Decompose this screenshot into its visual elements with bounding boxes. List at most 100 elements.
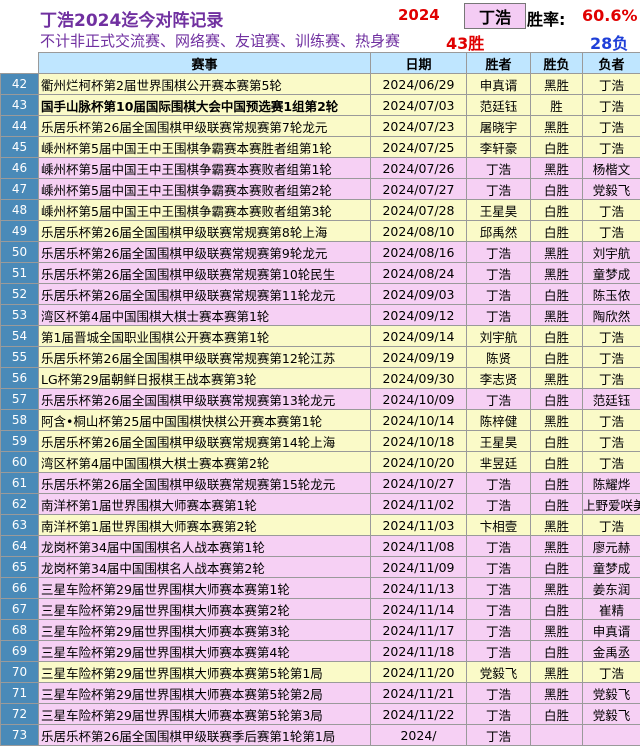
result-cell: 白胜 [531,389,583,410]
winner-cell: 丁浩 [467,305,531,326]
winner-cell: 屠晓宇 [467,116,531,137]
date-cell: 2024/06/29 [371,74,467,95]
loser-cell: 陶欣然 [583,305,640,326]
result-cell: 黑胜 [531,116,583,137]
row-number: 73 [1,725,39,746]
row-number: 55 [1,347,39,368]
row-number: 44 [1,116,39,137]
result-cell: 白胜 [531,452,583,473]
row-number: 70 [1,662,39,683]
loser-cell: 金禹丞 [583,641,640,662]
event-cell: 第1届晋城全国职业围棋公开赛本赛第1轮 [39,326,371,347]
result-cell: 黑胜 [531,578,583,599]
loser-cell: 上野爱咲美 [583,494,640,515]
loser-cell: 童梦成 [583,557,640,578]
winner-cell: 丁浩 [467,557,531,578]
event-cell: 乐居乐杯第26届全国围棋甲级联赛常规赛第7轮龙元 [39,116,371,137]
row-number: 59 [1,431,39,452]
table-row: 55乐居乐杯第26届全国围棋甲级联赛常规赛第12轮江苏2024/09/19陈贤白… [1,347,640,368]
table-row: 51乐居乐杯第26届全国围棋甲级联赛常规赛第10轮民生2024/08/24丁浩黑… [1,263,640,284]
winner-cell: 丁浩 [467,284,531,305]
winner-cell: 邱禹然 [467,221,531,242]
table-row: 63南洋杯第1届世界围棋大师赛本赛第2轮2024/11/03卞相壹黑胜丁浩 [1,515,640,536]
row-number: 67 [1,599,39,620]
row-number: 45 [1,137,39,158]
date-cell: 2024/11/21 [371,683,467,704]
result-cell: 黑胜 [531,515,583,536]
event-cell: 乐居乐杯第26届全国围棋甲级联赛常规赛第12轮江苏 [39,347,371,368]
row-number: 50 [1,242,39,263]
winner-cell: 刘宇航 [467,326,531,347]
loser-cell: 丁浩 [583,221,640,242]
event-cell: 南洋杯第1届世界围棋大师赛本赛第2轮 [39,515,371,536]
result-cell: 白胜 [531,347,583,368]
table-row: 62南洋杯第1届世界围棋大师赛本赛第1轮2024/11/02丁浩白胜上野爱咲美 [1,494,640,515]
table-row: 67三星车险杯第29届世界围棋大师赛本赛第2轮2024/11/14丁浩白胜崔精 [1,599,640,620]
event-cell: 乐居乐杯第26届全国围棋甲级联赛常规赛第8轮上海 [39,221,371,242]
winner-cell: 丁浩 [467,536,531,557]
winner-cell: 申真谞 [467,74,531,95]
event-cell: 嵊州杯第5届中国王中王围棋争霸赛本赛胜者组第1轮 [39,137,371,158]
loser-cell: 丁浩 [583,74,640,95]
winner-cell: 党毅飞 [467,662,531,683]
table-row: 61乐居乐杯第26届全国围棋甲级联赛常规赛第15轮龙元2024/10/27丁浩白… [1,473,640,494]
result-cell: 黑胜 [531,242,583,263]
winner-cell: 李轩豪 [467,137,531,158]
date-cell: 2024/ [371,725,467,746]
table-row: 57乐居乐杯第26届全国围棋甲级联赛常规赛第13轮龙元2024/10/09丁浩白… [1,389,640,410]
winner-cell: 丁浩 [467,389,531,410]
table-row: 46嵊州杯第5届中国王中王围棋争霸赛本赛败者组第1轮2024/07/26丁浩黑胜… [1,158,640,179]
table-row: 70三星车险杯第29届世界围棋大师赛本赛第5轮第1局2024/11/20党毅飞黑… [1,662,640,683]
event-cell: 乐居乐杯第26届全国围棋甲级联赛常规赛第11轮龙元 [39,284,371,305]
winner-cell: 范廷钰 [467,95,531,116]
loser-cell: 丁浩 [583,326,640,347]
event-cell: 南洋杯第1届世界围棋大师赛本赛第1轮 [39,494,371,515]
column-header-event: 赛事 [39,53,371,74]
result-cell: 胜 [531,95,583,116]
table-row: 58阿含•桐山杯第25届中国围棋快棋公开赛本赛第1轮2024/10/14陈梓健黑… [1,410,640,431]
loser-cell: 党毅飞 [583,704,640,725]
row-number: 62 [1,494,39,515]
loser-cell: 党毅飞 [583,179,640,200]
result-cell: 黑胜 [531,662,583,683]
column-header-winner: 胜者 [467,53,531,74]
winner-cell: 丁浩 [467,179,531,200]
event-cell: 三星车险杯第29届世界围棋大师赛本赛第4轮 [39,641,371,662]
result-cell: 黑胜 [531,368,583,389]
winner-cell: 卞相壹 [467,515,531,536]
date-cell: 2024/07/26 [371,158,467,179]
date-cell: 2024/09/30 [371,368,467,389]
table-row: 69三星车险杯第29届世界围棋大师赛本赛第4轮2024/11/18丁浩白胜金禹丞 [1,641,640,662]
result-cell: 黑胜 [531,305,583,326]
table-row: 43国手山脉杯第10届国际围棋大会中国预选赛1组第2轮2024/07/03范廷钰… [1,95,640,116]
row-number: 52 [1,284,39,305]
date-cell: 2024/09/12 [371,305,467,326]
date-cell: 2024/11/02 [371,494,467,515]
winner-cell: 王星昊 [467,200,531,221]
losses-count: 28负 [590,30,628,54]
row-number: 65 [1,557,39,578]
event-cell: 三星车险杯第29届世界围棋大师赛本赛第3轮 [39,620,371,641]
table-row: 45嵊州杯第5届中国王中王围棋争霸赛本赛胜者组第1轮2024/07/25李轩豪白… [1,137,640,158]
table-row: 49乐居乐杯第26届全国围棋甲级联赛常规赛第8轮上海2024/08/10邱禹然白… [1,221,640,242]
table-row: 66三星车险杯第29届世界围棋大师赛本赛第1轮2024/11/13丁浩黑胜姜东润 [1,578,640,599]
event-cell: 乐居乐杯第26届全国围棋甲级联赛常规赛第15轮龙元 [39,473,371,494]
loser-cell: 丁浩 [583,452,640,473]
event-cell: 三星车险杯第29届世界围棋大师赛本赛第5轮第2局 [39,683,371,704]
loser-cell: 陈玉侬 [583,284,640,305]
row-number: 58 [1,410,39,431]
result-cell: 黑胜 [531,536,583,557]
date-cell: 2024/07/28 [371,200,467,221]
table-row: 48嵊州杯第5届中国王中王围棋争霸赛本赛败者组第3轮2024/07/28王星昊白… [1,200,640,221]
loser-cell: 杨楷文 [583,158,640,179]
table-row: 72三星车险杯第29届世界围棋大师赛本赛第5轮第3局2024/11/22丁浩白胜… [1,704,640,725]
winner-cell: 丁浩 [467,473,531,494]
row-number: 57 [1,389,39,410]
result-cell: 黑胜 [531,683,583,704]
event-cell: 国手山脉杯第10届国际围棋大会中国预选赛1组第2轮 [39,95,371,116]
event-cell: 乐居乐杯第26届全国围棋甲级联赛常规赛第14轮上海 [39,431,371,452]
winner-cell: 丁浩 [467,704,531,725]
page-title: 丁浩2024迄今对阵记录 [40,6,223,31]
event-cell: 乐居乐杯第26届全国围棋甲级联赛常规赛第10轮民生 [39,263,371,284]
date-cell: 2024/11/13 [371,578,467,599]
